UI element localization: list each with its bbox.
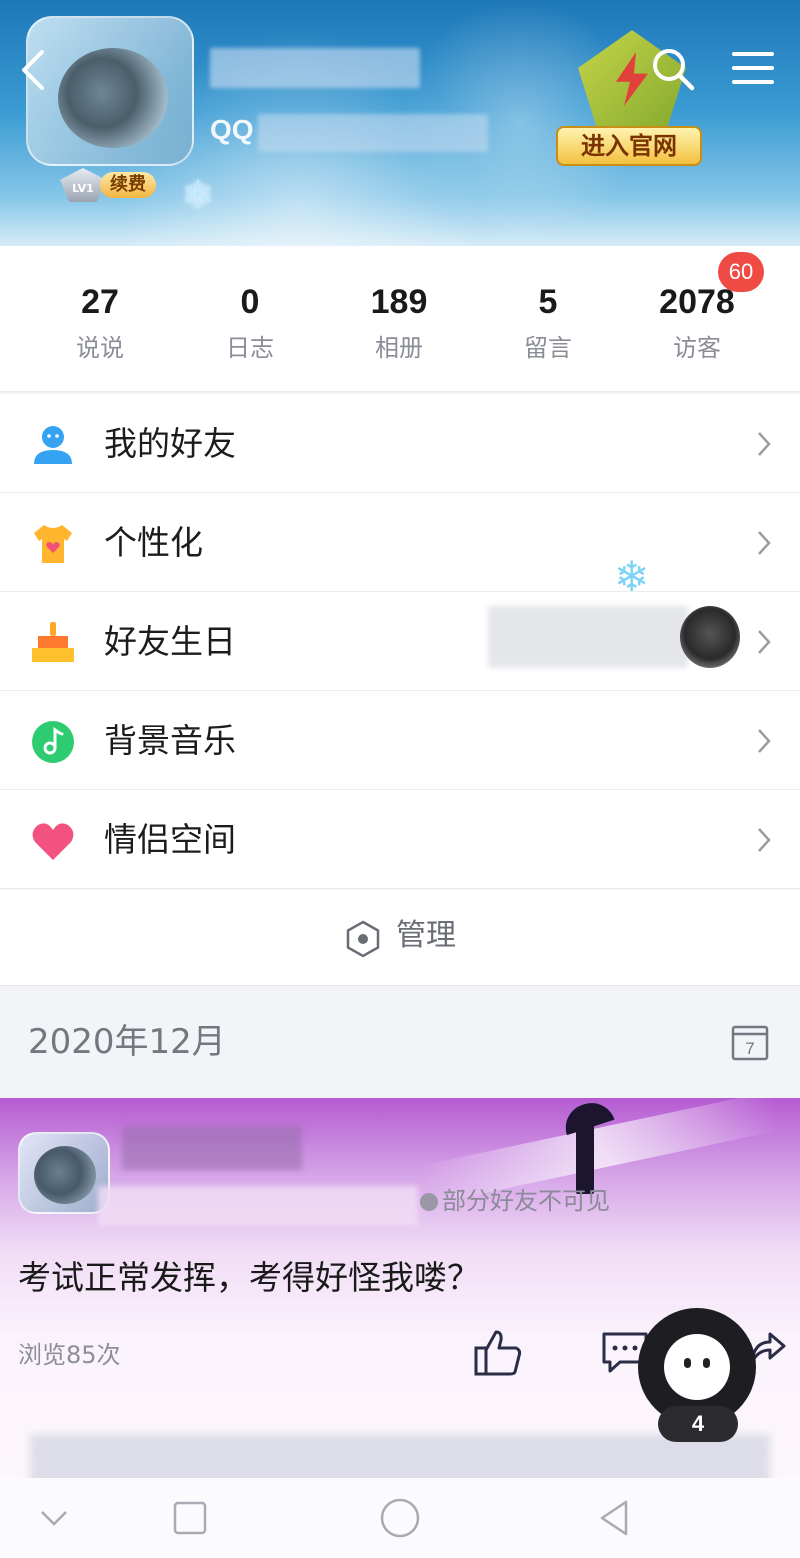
stat-value: 189 bbox=[370, 283, 428, 321]
settings-hexagon-icon bbox=[346, 920, 380, 958]
chevron-down-icon[interactable] bbox=[30, 1494, 78, 1542]
official-site-label: 进入官网 bbox=[556, 126, 702, 166]
qq-label: QQ bbox=[210, 114, 254, 145]
menu-item-label: 情侣空间 bbox=[104, 820, 236, 859]
level-badge[interactable]: LV1 续费 bbox=[60, 168, 160, 202]
menu-item-friends[interactable]: 我的好友 bbox=[0, 394, 800, 493]
back-triangle-icon[interactable] bbox=[592, 1494, 640, 1542]
friends-icon bbox=[34, 426, 72, 464]
floating-count-badge: 4 bbox=[658, 1406, 738, 1442]
manage-button[interactable]: 管理 bbox=[0, 890, 800, 986]
stat-value: 27 bbox=[81, 283, 119, 321]
view-count: 浏览85次 bbox=[18, 1341, 121, 1369]
chevron-right-icon bbox=[758, 432, 771, 456]
chevron-right-icon bbox=[758, 630, 771, 654]
chevron-right-icon bbox=[758, 828, 771, 852]
heart-icon bbox=[32, 823, 74, 860]
smile-face-icon bbox=[664, 1334, 730, 1400]
manage-label: 管理 bbox=[396, 918, 456, 953]
chevron-left-icon bbox=[22, 50, 44, 90]
menu-item-label: 好友生日 bbox=[104, 622, 236, 661]
chevron-right-icon bbox=[758, 729, 771, 753]
stat-value: 5 bbox=[538, 283, 558, 321]
menu-item-birthdays[interactable]: 好友生日 bbox=[0, 592, 800, 691]
menu-button[interactable] bbox=[730, 46, 776, 90]
post-author-avatar[interactable] bbox=[18, 1132, 110, 1214]
menu-item-bg-music[interactable]: 背景音乐 bbox=[0, 691, 800, 790]
music-icon bbox=[32, 721, 74, 763]
snowflake-icon: ❄ bbox=[614, 552, 650, 601]
profile-header: QQ LV1 续费 ❄ 进入官网 bbox=[0, 0, 800, 246]
calendar-icon[interactable]: 7 bbox=[730, 1022, 770, 1062]
chevron-right-icon bbox=[758, 531, 771, 555]
search-button[interactable] bbox=[648, 44, 698, 94]
back-button[interactable] bbox=[18, 48, 48, 92]
birthday-friend-redacted bbox=[488, 606, 688, 668]
profile-avatar[interactable] bbox=[26, 16, 194, 166]
birthday-friend-avatar bbox=[680, 606, 740, 668]
post-text: 考试正常发挥，考得好怪我喽？ bbox=[18, 1258, 480, 1297]
privacy-text: 部分好友不可见 bbox=[442, 1187, 610, 1215]
month-header: 2020年12月 7 bbox=[0, 986, 800, 1098]
visitor-count-badge: 60 bbox=[718, 252, 764, 292]
stat-label: 相册 bbox=[375, 334, 423, 362]
recents-square-icon[interactable] bbox=[166, 1494, 214, 1542]
stat-label: 日志 bbox=[226, 334, 274, 362]
hamburger-icon bbox=[732, 52, 774, 84]
stat-visitors[interactable]: 2078 访客 bbox=[627, 282, 767, 363]
like-icon[interactable] bbox=[472, 1326, 524, 1378]
feature-menu: 我的好友 个性化 好友生日 背景音乐 情侣空间 bbox=[0, 394, 800, 889]
menu-item-label: 背景音乐 bbox=[104, 721, 236, 760]
stat-label: 说说 bbox=[76, 334, 124, 362]
stat-label: 留言 bbox=[524, 334, 572, 362]
search-icon bbox=[653, 49, 695, 91]
system-nav-bar bbox=[0, 1478, 800, 1558]
home-circle-icon[interactable] bbox=[376, 1494, 424, 1542]
stats-bar: 27 说说 0 日志 189 相册 5 留言 2078 访客 bbox=[0, 246, 800, 392]
privacy-label: 部分好友不可见 bbox=[420, 1184, 610, 1218]
qq-number-redacted bbox=[258, 114, 488, 152]
stat-value: 0 bbox=[240, 283, 260, 321]
stat-blog[interactable]: 0 日志 bbox=[180, 282, 320, 363]
cake-icon bbox=[32, 622, 74, 662]
calendar-day: 7 bbox=[745, 1039, 754, 1058]
menu-item-label: 我的好友 bbox=[104, 424, 236, 463]
privacy-icon bbox=[420, 1193, 438, 1211]
stat-album[interactable]: 189 相册 bbox=[329, 282, 469, 363]
menu-item-label: 个性化 bbox=[104, 523, 203, 562]
stat-label: 访客 bbox=[673, 334, 721, 362]
renew-label: 续费 bbox=[100, 172, 156, 198]
stat-message[interactable]: 5 留言 bbox=[478, 282, 618, 363]
snowflake-icon: ❄ bbox=[182, 173, 214, 217]
tshirt-icon bbox=[34, 525, 72, 563]
stat-shuoshuo[interactable]: 27 说说 bbox=[30, 282, 170, 363]
menu-item-couple-space[interactable]: 情侣空间 bbox=[0, 790, 800, 889]
profile-name-redacted bbox=[210, 48, 420, 88]
month-label: 2020年12月 bbox=[28, 1022, 226, 1062]
post-author-name-redacted bbox=[122, 1126, 302, 1170]
walker-figure bbox=[576, 1120, 594, 1194]
post-meta-redacted bbox=[98, 1186, 418, 1226]
menu-item-personalize[interactable]: 个性化 bbox=[0, 493, 800, 592]
